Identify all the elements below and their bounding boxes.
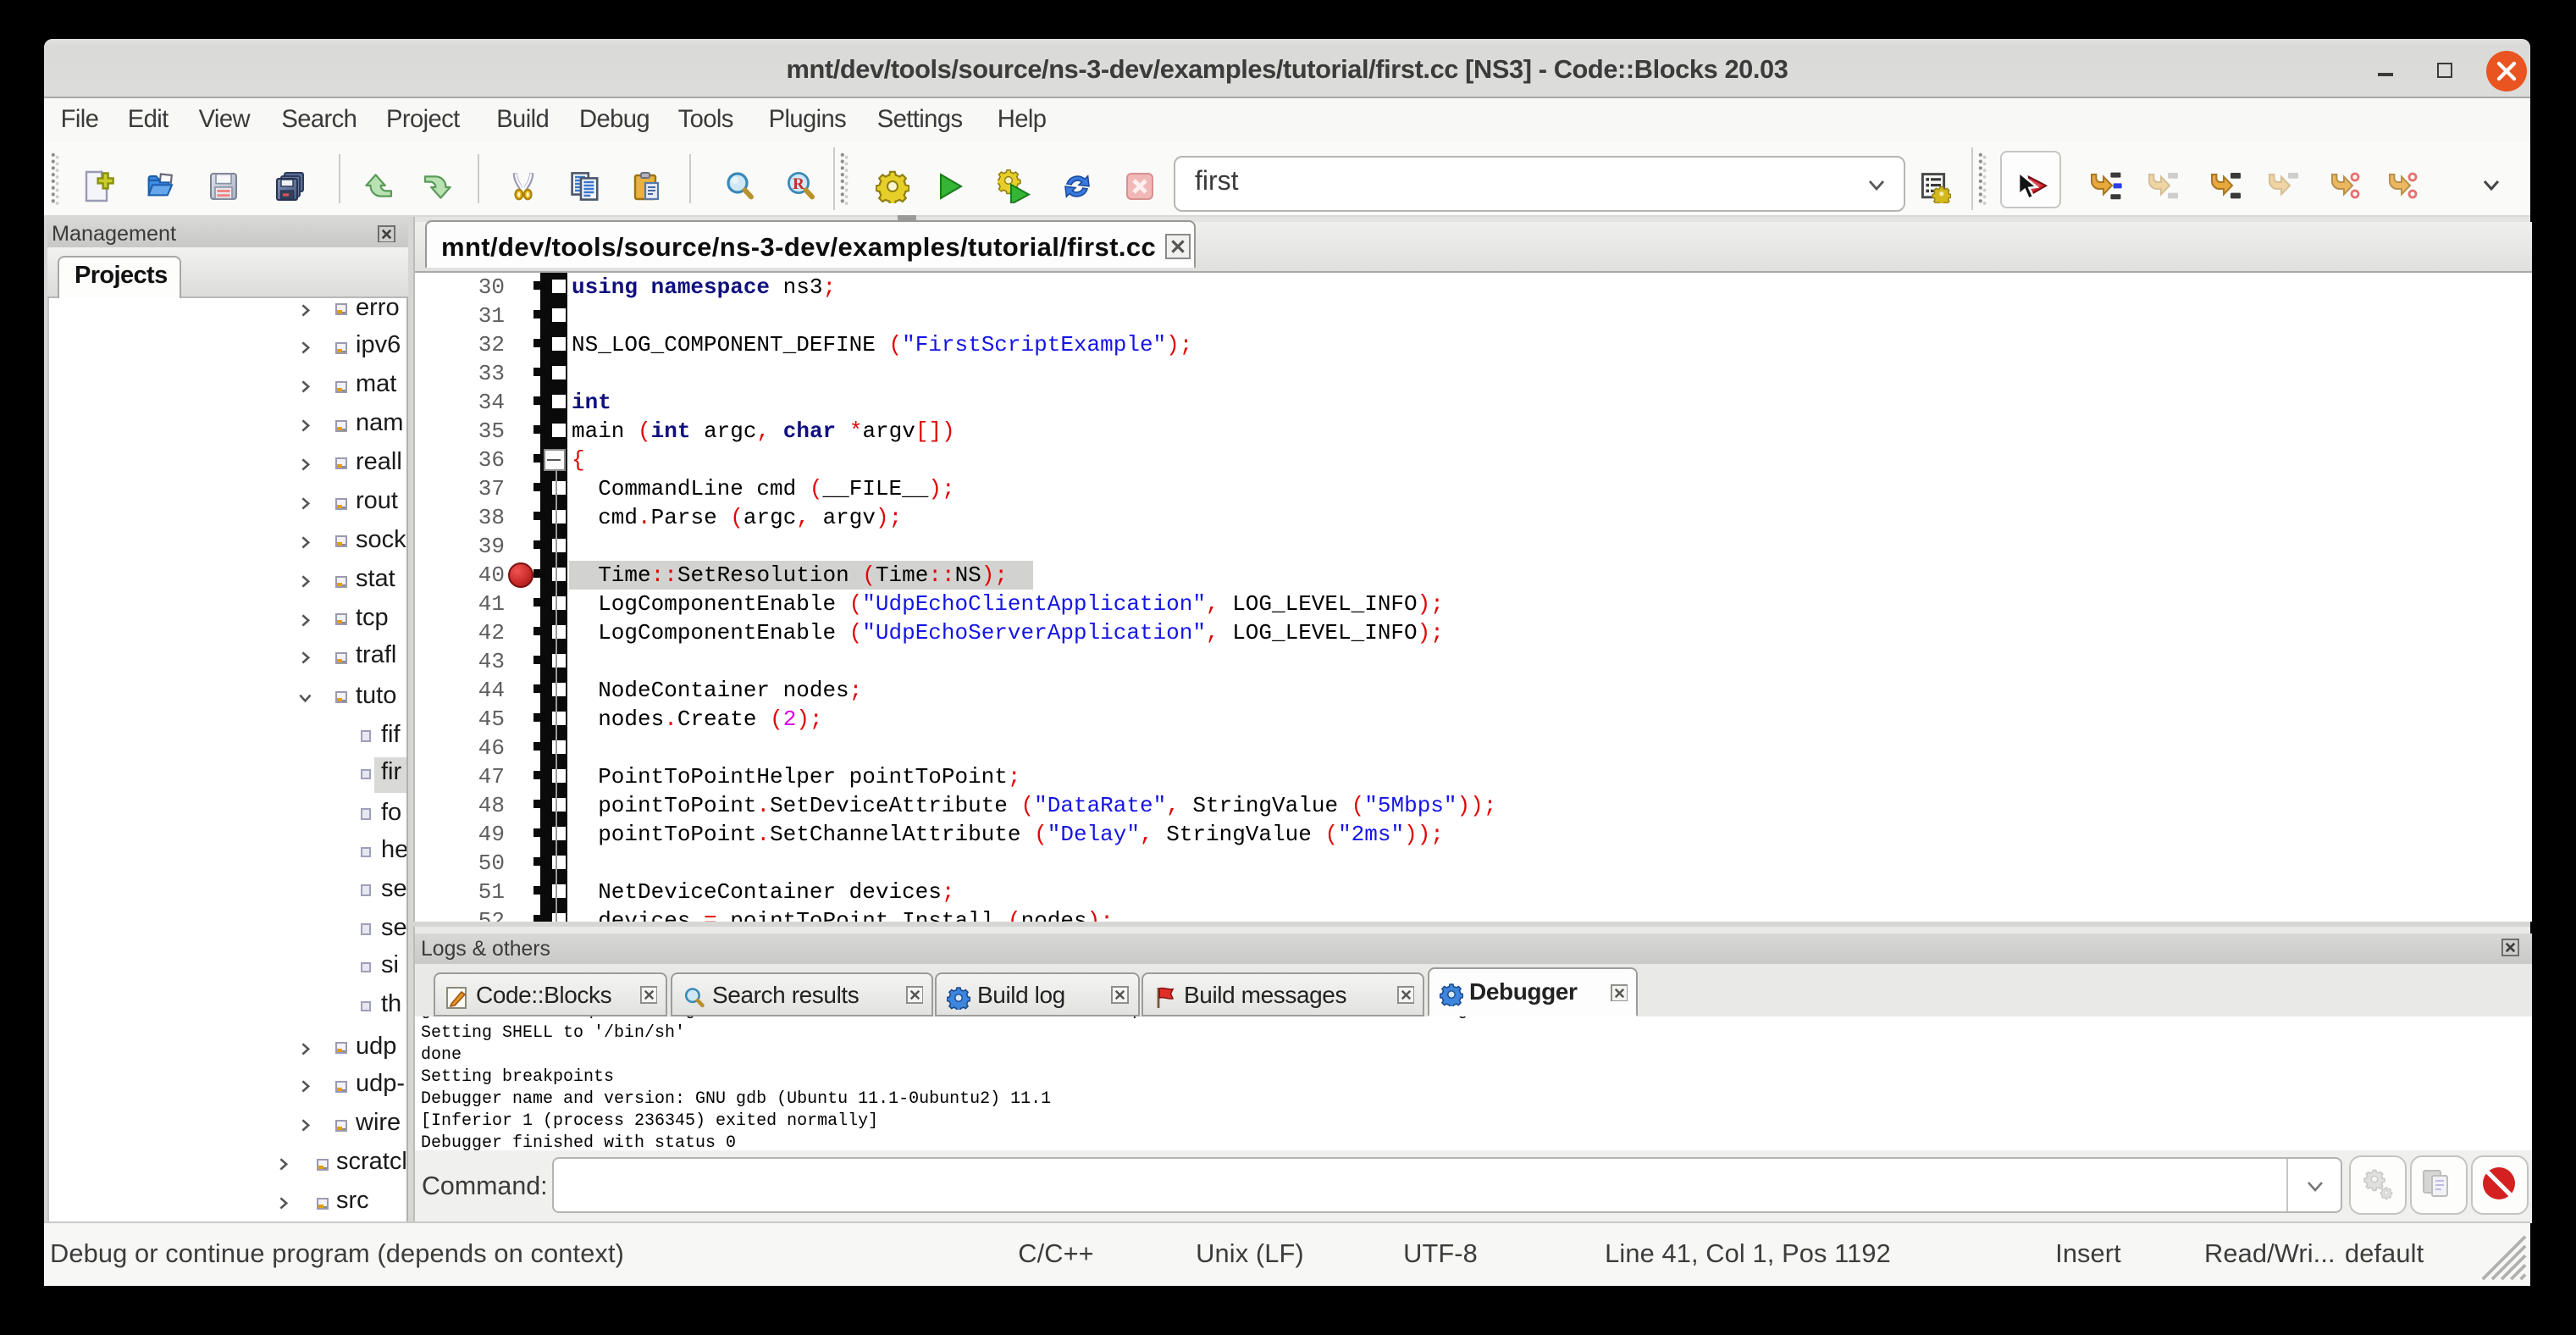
svg-text:R: R	[792, 174, 804, 192]
